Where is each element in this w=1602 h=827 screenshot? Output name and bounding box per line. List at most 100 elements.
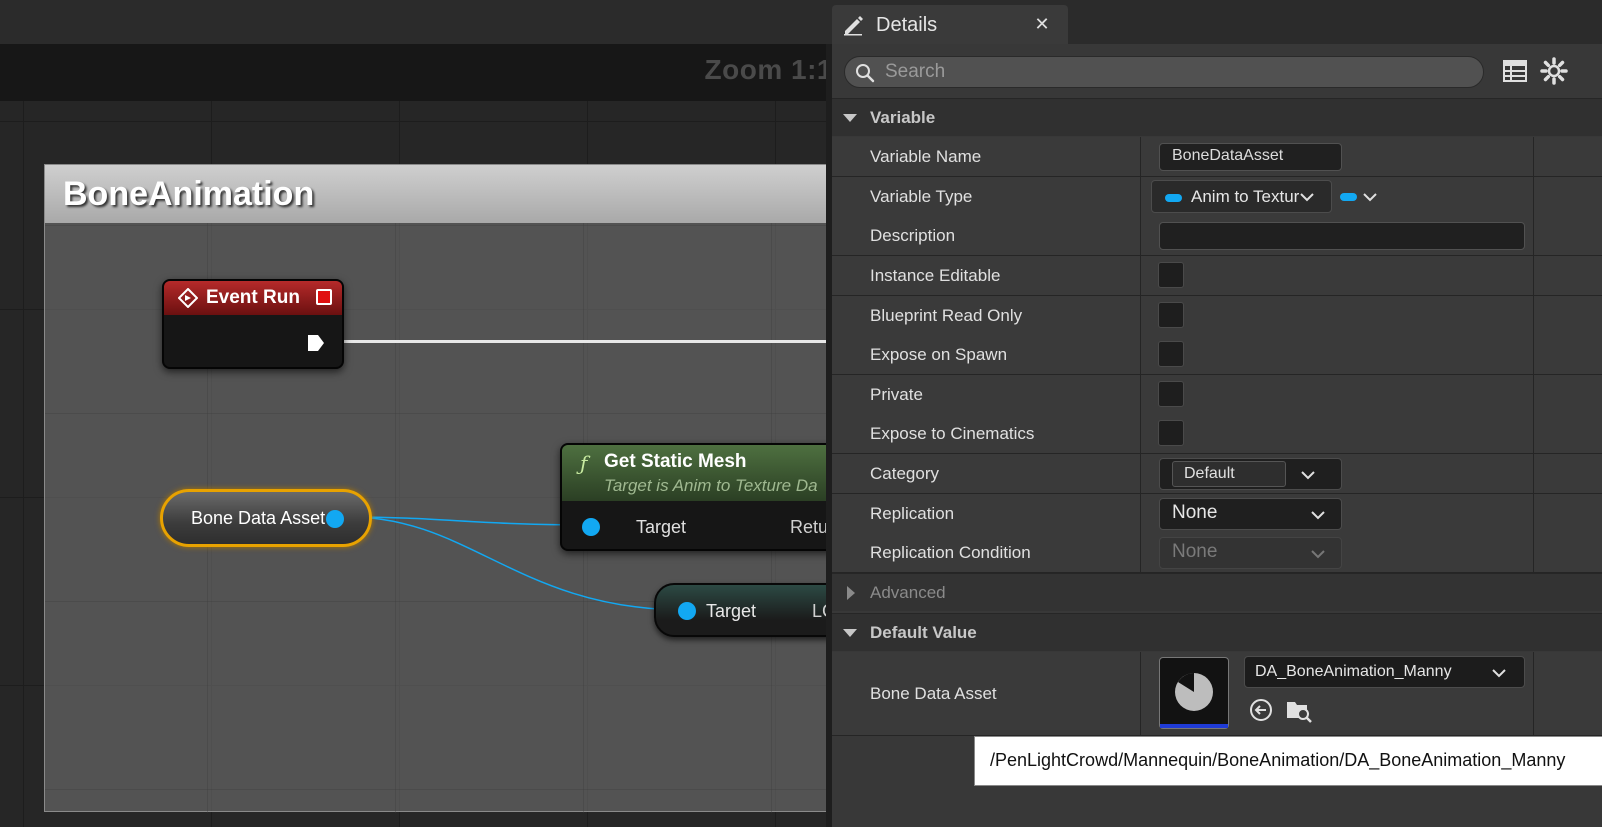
chevron-down-icon bbox=[1311, 511, 1325, 520]
asset-path-tooltip-text: /PenLightCrowd/Mannequin/BoneAnimation/D… bbox=[990, 750, 1566, 770]
editor-window: Zoom 1:1 BoneAnimation Event Run Bone Da… bbox=[0, 0, 1602, 827]
object-type-pill-icon bbox=[1165, 194, 1182, 202]
replication-label: Replication bbox=[870, 504, 955, 523]
pencil-icon bbox=[844, 16, 863, 36]
caret-down-icon bbox=[843, 629, 857, 637]
chevron-down-icon bbox=[1311, 550, 1325, 559]
event-node-title: Event Run bbox=[206, 287, 300, 308]
search-bar[interactable] bbox=[844, 56, 1484, 88]
variable-section-label: Variable bbox=[870, 108, 936, 127]
container-type-dropdown[interactable] bbox=[1340, 188, 1377, 206]
function-icon: ƒ bbox=[580, 451, 588, 475]
variable-name-field[interactable]: BoneDataAsset bbox=[1159, 143, 1342, 171]
get-static-mesh-header[interactable]: ƒ Get Static Mesh Target is Anim to Text… bbox=[562, 445, 845, 501]
variable-type-value: Anim to Textur bbox=[1191, 187, 1300, 206]
private-label: Private bbox=[870, 385, 923, 404]
target-input-pin[interactable] bbox=[678, 602, 696, 620]
blueprint-read-only-checkbox[interactable] bbox=[1158, 302, 1184, 328]
asset-type-color-bar bbox=[1160, 724, 1228, 728]
expose-to-cinematics-label: Expose to Cinematics bbox=[870, 424, 1035, 443]
details-body: Variable Variable Name BoneDataAsset Var… bbox=[832, 44, 1602, 827]
expose-to-cinematics-row: Expose to Cinematics bbox=[832, 414, 1602, 454]
get-static-mesh-title: Get Static Mesh bbox=[604, 451, 747, 472]
category-row: Category Default bbox=[832, 454, 1602, 494]
target-node[interactable]: Target LC bbox=[654, 583, 845, 637]
use-selected-asset-icon[interactable] bbox=[1249, 698, 1273, 722]
get-static-mesh-node[interactable]: ƒ Get Static Mesh Target is Anim to Text… bbox=[560, 443, 845, 551]
graph-header-bar: Zoom 1:1 bbox=[0, 44, 845, 101]
variable-output-pin[interactable] bbox=[326, 510, 344, 528]
private-row: Private bbox=[832, 375, 1602, 415]
table-view-icon[interactable] bbox=[1502, 58, 1528, 84]
variable-name-label: Variable Name bbox=[870, 147, 982, 166]
close-icon[interactable]: ✕ bbox=[1030, 12, 1054, 36]
details-tab[interactable]: Details ✕ bbox=[832, 5, 1068, 44]
description-label: Description bbox=[870, 226, 956, 245]
expose-to-cinematics-checkbox[interactable] bbox=[1158, 420, 1184, 446]
variable-section-header[interactable]: Variable bbox=[832, 98, 1602, 136]
blueprint-read-only-label: Blueprint Read Only bbox=[870, 306, 1023, 325]
bone-data-asset-variable-node[interactable]: Bone Data Asset bbox=[160, 489, 372, 547]
description-row: Description bbox=[832, 216, 1602, 256]
target-node-label: Target bbox=[706, 601, 757, 621]
chevron-down-icon bbox=[1363, 193, 1377, 202]
chevron-down-icon bbox=[1300, 193, 1314, 202]
replication-dropdown[interactable]: None bbox=[1159, 498, 1342, 530]
zoom-label: Zoom 1:1 bbox=[704, 54, 833, 85]
default-value-section-header[interactable]: Default Value bbox=[832, 613, 1602, 651]
details-panel: Details ✕ Search Variable Variable Name … bbox=[826, 0, 1602, 827]
asset-picker-dropdown[interactable]: DA_BoneAnimation_Manny bbox=[1244, 656, 1525, 688]
search-icon bbox=[856, 64, 875, 83]
asset-path-tooltip: /PenLightCrowd/Mannequin/BoneAnimation/D… bbox=[974, 736, 1602, 786]
bone-data-asset-label: Bone Data Asset bbox=[870, 684, 997, 703]
search-input[interactable] bbox=[885, 59, 1465, 85]
target-input-pin[interactable] bbox=[582, 518, 600, 536]
browse-to-asset-icon[interactable] bbox=[1285, 696, 1313, 724]
variable-type-label: Variable Type bbox=[870, 187, 973, 206]
variable-node-label: Bone Data Asset bbox=[191, 508, 326, 528]
advanced-section-header[interactable]: Advanced bbox=[832, 573, 1602, 611]
default-value-section-label: Default Value bbox=[870, 623, 977, 642]
description-field[interactable] bbox=[1159, 222, 1525, 250]
event-run-node[interactable]: Event Run bbox=[162, 279, 344, 369]
gear-icon[interactable] bbox=[1540, 57, 1568, 85]
asset-picker-value: DA_BoneAnimation_Manny bbox=[1255, 663, 1452, 680]
details-tab-title: Details bbox=[876, 14, 938, 36]
comment-title-bar[interactable]: BoneAnimation bbox=[45, 165, 845, 223]
replication-condition-dropdown[interactable]: None bbox=[1159, 537, 1342, 569]
category-label: Category bbox=[870, 464, 939, 483]
graph-tab-strip bbox=[0, 0, 845, 44]
exec-output-pin[interactable] bbox=[306, 333, 326, 353]
category-value: Default bbox=[1184, 465, 1235, 482]
chevron-down-icon bbox=[1492, 669, 1506, 678]
single-container-pill-icon bbox=[1340, 193, 1357, 201]
asset-thumbnail[interactable] bbox=[1159, 657, 1229, 729]
details-tab-strip: Details ✕ bbox=[826, 0, 1602, 44]
replication-condition-label: Replication Condition bbox=[870, 543, 1031, 562]
expose-on-spawn-checkbox[interactable] bbox=[1158, 341, 1184, 367]
event-delegate-pin[interactable] bbox=[316, 289, 332, 305]
bone-data-asset-row: Bone Data Asset DA_BoneAnimation_Manny bbox=[832, 652, 1602, 736]
chevron-down-icon bbox=[1301, 471, 1315, 480]
variable-type-dropdown[interactable]: Anim to Textur bbox=[1151, 180, 1332, 213]
blueprint-read-only-row: Blueprint Read Only bbox=[832, 296, 1602, 336]
category-dropdown[interactable]: Default bbox=[1159, 458, 1342, 490]
caret-right-icon bbox=[847, 586, 855, 600]
category-text-field[interactable]: Default bbox=[1172, 461, 1286, 487]
event-diamond-icon bbox=[178, 288, 198, 308]
private-checkbox[interactable] bbox=[1158, 381, 1184, 407]
blueprint-graph[interactable]: Zoom 1:1 BoneAnimation Event Run Bone Da… bbox=[0, 0, 845, 827]
return-pin-label: Retu bbox=[790, 517, 829, 537]
instance-editable-checkbox[interactable] bbox=[1158, 262, 1184, 288]
variable-type-row: Variable Type Anim to Textur bbox=[832, 177, 1602, 217]
replication-value: None bbox=[1172, 502, 1218, 523]
expose-on-spawn-label: Expose on Spawn bbox=[870, 345, 1008, 364]
instance-editable-label: Instance Editable bbox=[870, 266, 1001, 285]
caret-down-icon bbox=[843, 114, 857, 122]
event-node-header[interactable]: Event Run bbox=[164, 281, 342, 315]
replication-row: Replication None bbox=[832, 494, 1602, 534]
expose-on-spawn-row: Expose on Spawn bbox=[832, 335, 1602, 375]
instance-editable-row: Instance Editable bbox=[832, 256, 1602, 296]
data-asset-pie-icon bbox=[1175, 673, 1213, 711]
get-static-mesh-subtitle: Target is Anim to Texture Da bbox=[604, 476, 818, 495]
